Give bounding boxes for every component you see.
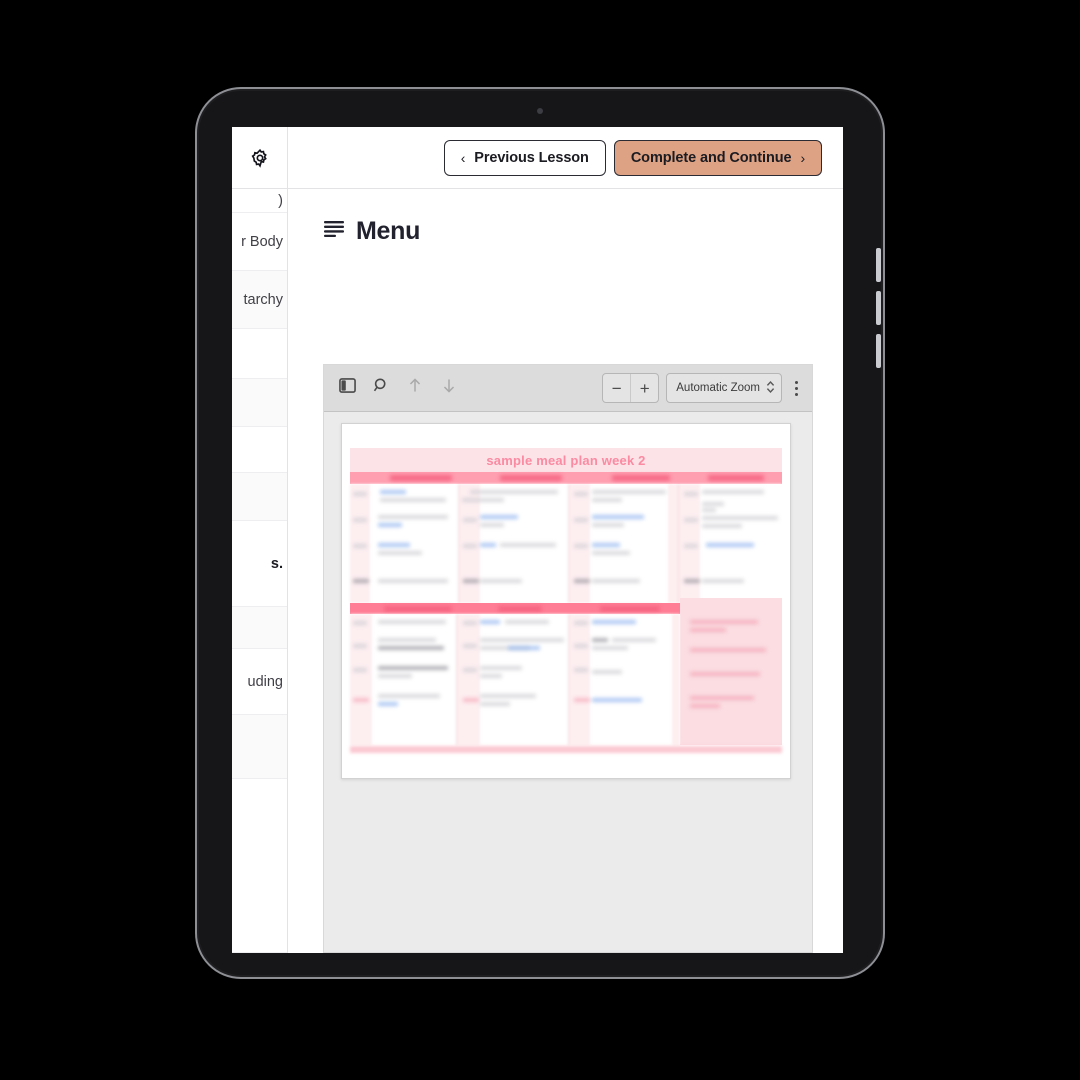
sidebar-item-4[interactable] <box>232 379 287 427</box>
course-curriculum-sidebar[interactable]: ) r Body tarchy s. uding <box>232 189 288 953</box>
course-topbar: ‹ Previous Lesson Complete and Continue … <box>232 127 843 189</box>
vertical-dots-icon <box>795 386 798 390</box>
table1-col3-header <box>612 475 670 481</box>
pdf-next-page-button[interactable] <box>434 373 464 403</box>
sidebar-item-6[interactable] <box>232 473 287 521</box>
sidebar-item-3[interactable] <box>232 329 287 379</box>
sidebar-item-label: uding <box>247 673 283 690</box>
sidebar-item-0[interactable]: ) <box>232 189 287 213</box>
page-title: Menu <box>356 217 421 245</box>
menu-lines-icon <box>324 221 344 242</box>
volume-down-button[interactable] <box>876 291 881 325</box>
arrow-down-icon <box>441 377 457 399</box>
meal-plan-table1-header <box>350 472 782 484</box>
pdf-sidebar-toggle-button[interactable] <box>332 373 362 403</box>
power-button[interactable] <box>876 334 881 368</box>
pdf-toolbar-left-group <box>324 373 464 403</box>
pdf-zoom-group: − + <box>602 373 660 403</box>
meal-plan-title-band: sample meal plan week 2 <box>350 448 782 472</box>
pdf-viewer: − + Automatic Zoom sample meal plan week… <box>323 364 813 953</box>
sidebar-item-label: s. <box>270 555 283 572</box>
screenshot-root: ‹ Previous Lesson Complete and Continue … <box>0 0 1080 1080</box>
pdf-toolbar: − + Automatic Zoom <box>324 365 812 412</box>
settings-gear-button[interactable] <box>232 127 288 188</box>
pdf-zoom-out-button[interactable]: − <box>603 374 632 402</box>
sidebar-item-1[interactable]: r Body <box>232 213 287 271</box>
menu-heading: Menu <box>324 217 420 246</box>
lesson-body: ) r Body tarchy s. uding Menu − + Automa… <box>232 189 843 953</box>
complete-and-continue-button[interactable]: Complete and Continue › <box>613 140 822 176</box>
gear-icon <box>250 148 270 168</box>
pdf-previous-page-button[interactable] <box>400 373 430 403</box>
table2-col3-header <box>600 605 660 612</box>
chevron-left-icon: ‹ <box>460 150 466 166</box>
table2-col1-header <box>384 605 452 612</box>
pdf-zoom-level-select[interactable]: Automatic Zoom <box>666 373 782 403</box>
table1-col4-header <box>708 475 764 481</box>
plus-icon: + <box>639 378 650 398</box>
volume-up-button[interactable] <box>876 248 881 282</box>
table2-col2-header <box>498 605 542 612</box>
sidebar-item-label: tarchy <box>243 291 284 308</box>
search-icon <box>373 377 390 399</box>
pdf-zoom-in-button[interactable]: + <box>631 374 658 402</box>
sidebar-item-11[interactable] <box>232 779 287 953</box>
chevron-updown-icon <box>766 380 775 397</box>
previous-lesson-button[interactable]: ‹ Previous Lesson <box>443 140 606 176</box>
sidebar-item-9[interactable]: uding <box>232 649 287 715</box>
previous-lesson-label: Previous Lesson <box>474 150 589 166</box>
front-camera-dot <box>537 108 543 114</box>
vertical-dots-icon <box>795 392 798 396</box>
minus-icon: − <box>611 378 622 398</box>
table1-col2-header <box>500 475 562 481</box>
complete-and-continue-label: Complete and Continue <box>630 150 792 166</box>
pdf-canvas-area[interactable]: sample meal plan week 2 <box>324 412 812 952</box>
sidebar-item-8[interactable] <box>232 607 287 649</box>
meal-plan-document: sample meal plan week 2 <box>350 448 782 753</box>
sidebar-item-5[interactable] <box>232 427 287 473</box>
meal-plan-title: sample meal plan week 2 <box>486 452 646 468</box>
sidebar-toggle-icon <box>338 377 356 399</box>
pdf-page-1: sample meal plan week 2 <box>341 423 791 779</box>
lesson-nav-actions: ‹ Previous Lesson Complete and Continue … <box>443 140 822 176</box>
sidebar-item-label: r Body <box>241 233 283 250</box>
pdf-find-button[interactable] <box>366 373 396 403</box>
tablet-screen: ‹ Previous Lesson Complete and Continue … <box>232 127 843 953</box>
pdf-toolbar-right-group: − + Automatic Zoom <box>602 373 812 403</box>
sidebar-item-2[interactable]: tarchy <box>232 271 287 329</box>
table1-col1-header <box>390 475 452 481</box>
pdf-more-tools-button[interactable] <box>789 377 804 400</box>
sidebar-item-7[interactable]: s. <box>232 521 287 607</box>
meal-plan-table2-header <box>350 603 680 614</box>
lesson-main-content: Menu − + Automatic Zoom sample meal plan… <box>288 189 843 953</box>
arrow-up-icon <box>407 377 423 399</box>
chevron-right-icon: › <box>800 150 805 166</box>
sidebar-item-label: ) <box>278 192 283 209</box>
pdf-zoom-level-label: Automatic Zoom <box>676 382 760 394</box>
sidebar-item-10[interactable] <box>232 715 287 779</box>
meal-plan-footer-band <box>350 746 782 753</box>
vertical-dots-icon <box>795 380 798 384</box>
